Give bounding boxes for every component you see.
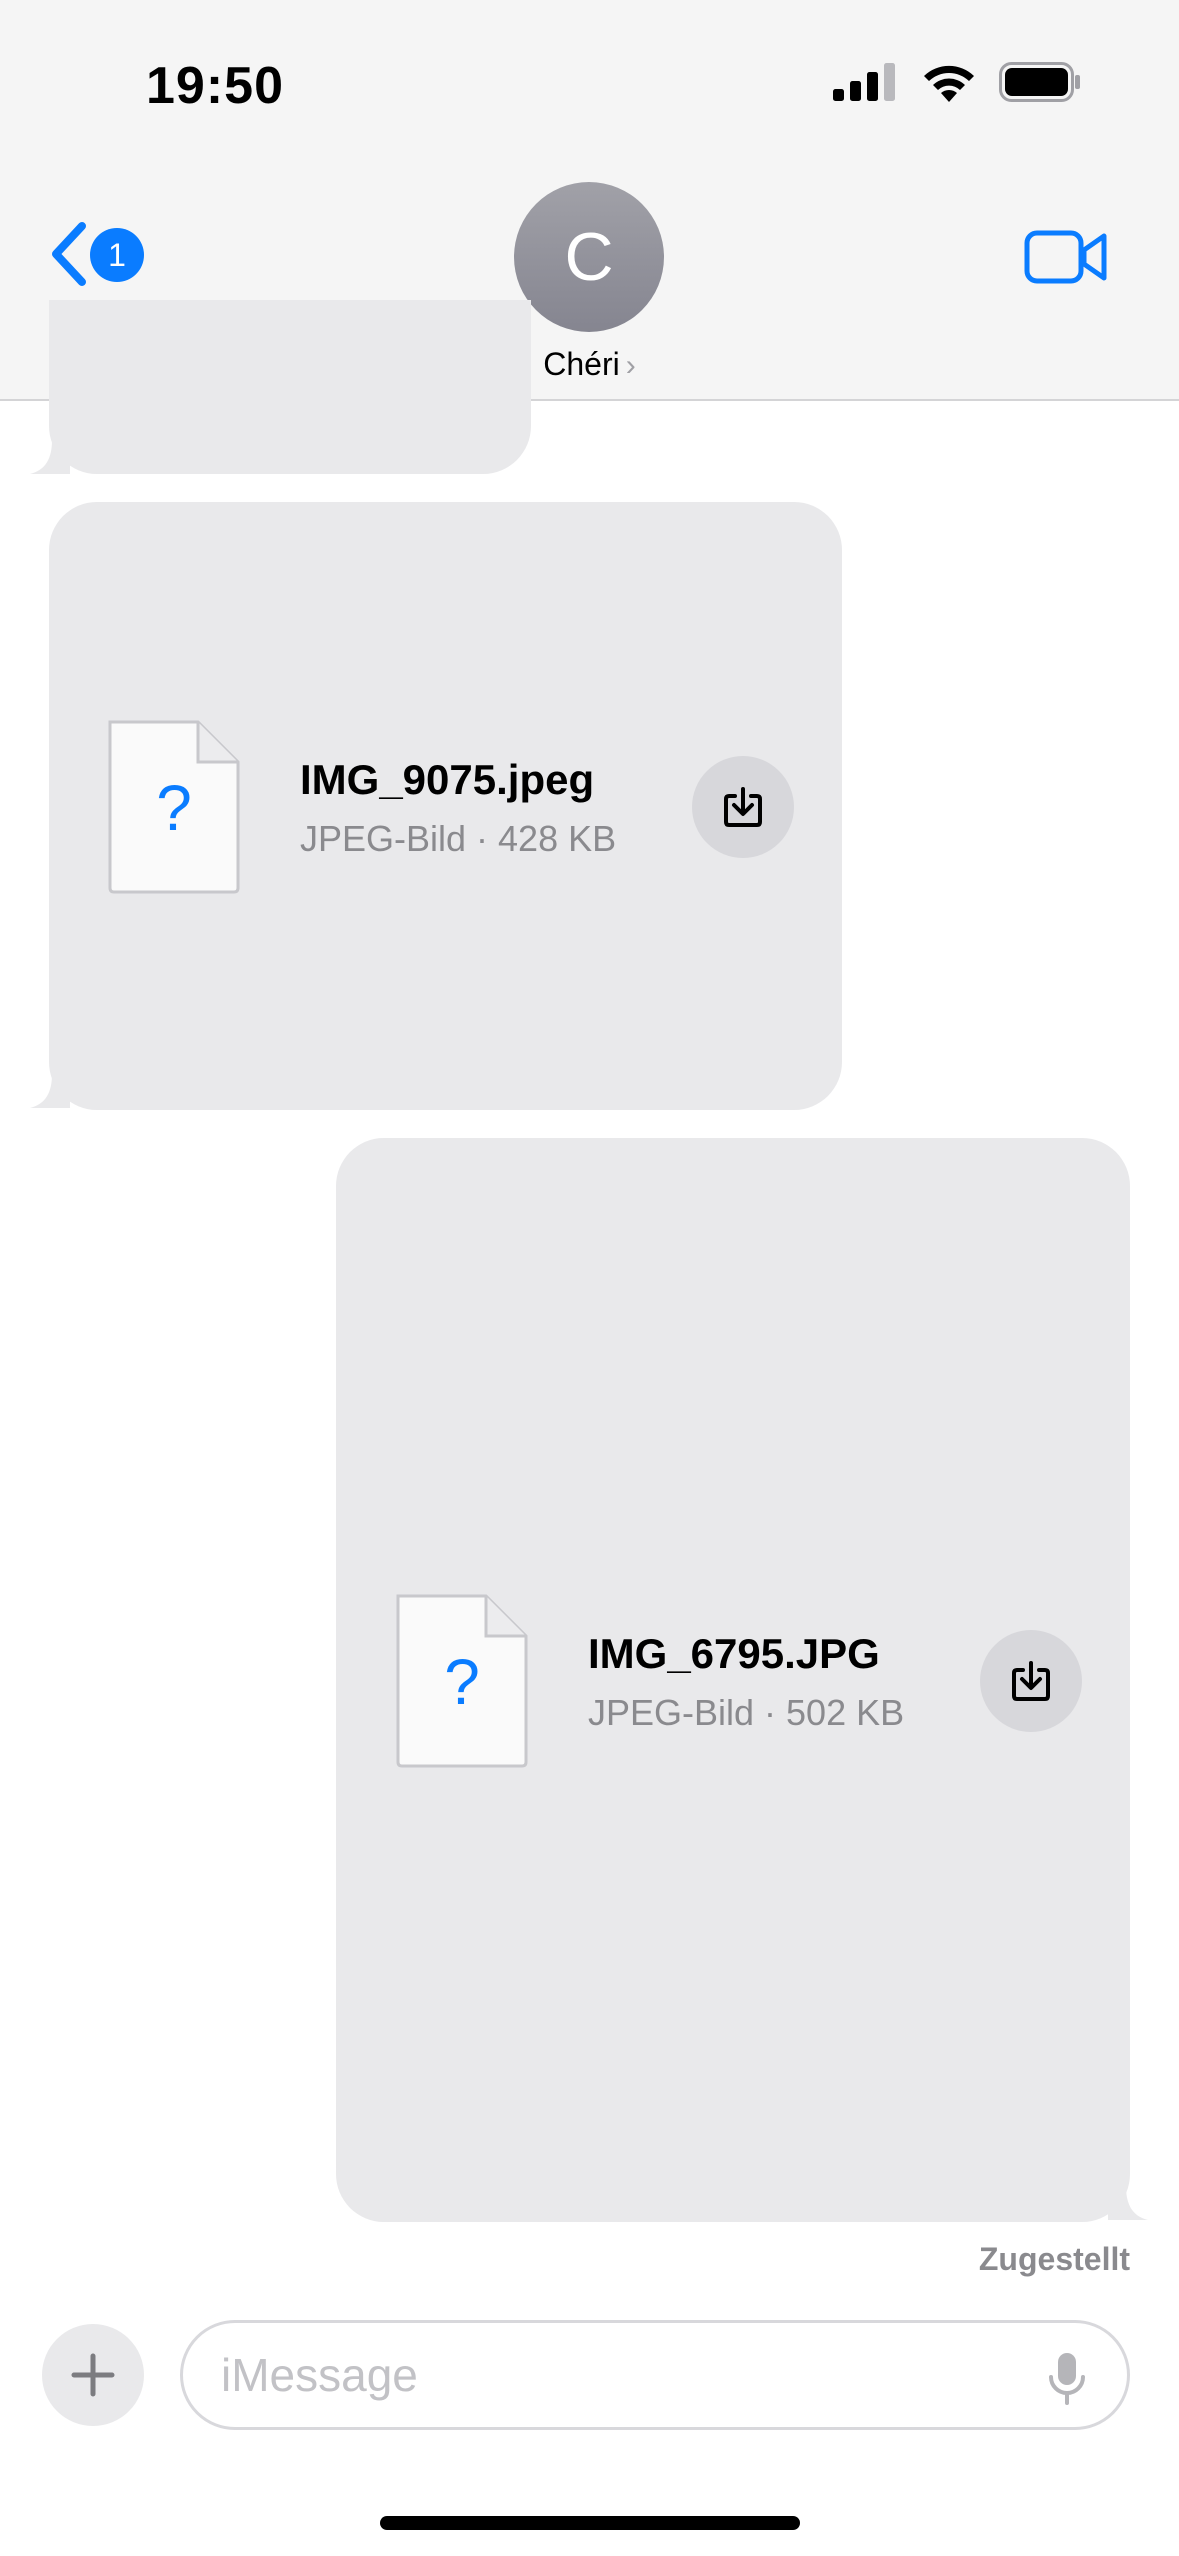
question-mark-glyph: ? [156,772,192,844]
message-input-field[interactable] [180,2320,1130,2430]
message-input[interactable] [221,2323,1021,2427]
status-bar-time: 19:50 [146,57,284,115]
file-name: IMG_6795.JPG [588,1630,880,1677]
plus-icon [71,2353,115,2397]
battery-icon [999,62,1080,102]
download-button[interactable] [692,756,794,858]
unread-count-badge: 1 [90,228,144,282]
facetime-video-button[interactable] [1024,228,1108,286]
file-document-icon: ? [108,720,240,894]
download-icon [724,787,762,827]
apps-plus-button[interactable] [42,2324,144,2426]
bubble-tail [30,1074,70,1108]
microphone-icon[interactable] [1047,2351,1087,2407]
cellular-signal-icon [833,63,895,101]
wifi-icon [924,65,974,102]
question-mark-glyph: ? [444,1646,480,1718]
contact-name: Chéri [543,346,620,382]
bubble-tail [1108,2186,1148,2220]
chevron-left-icon [52,222,86,286]
home-indicator[interactable] [380,2516,800,2530]
file-document-icon: ? [396,1594,528,1768]
file-details: JPEG-Bild · 502 KB [588,1692,905,1733]
status-bar-icons [833,62,1081,102]
video-camera-icon [1024,230,1107,284]
file-name: IMG_9075.jpeg [300,756,595,803]
back-button[interactable]: 1 [50,222,150,292]
chevron-right-icon: › [625,349,636,382]
bubble-tail [30,440,70,474]
contact-avatar[interactable]: C [514,182,664,332]
message-bubble-partial[interactable] [49,300,531,474]
delivery-status: Zugestellt [978,2241,1130,2277]
download-icon [1012,1661,1050,1701]
file-details: JPEG-Bild · 428 KB [300,818,617,859]
download-button[interactable] [980,1630,1082,1732]
